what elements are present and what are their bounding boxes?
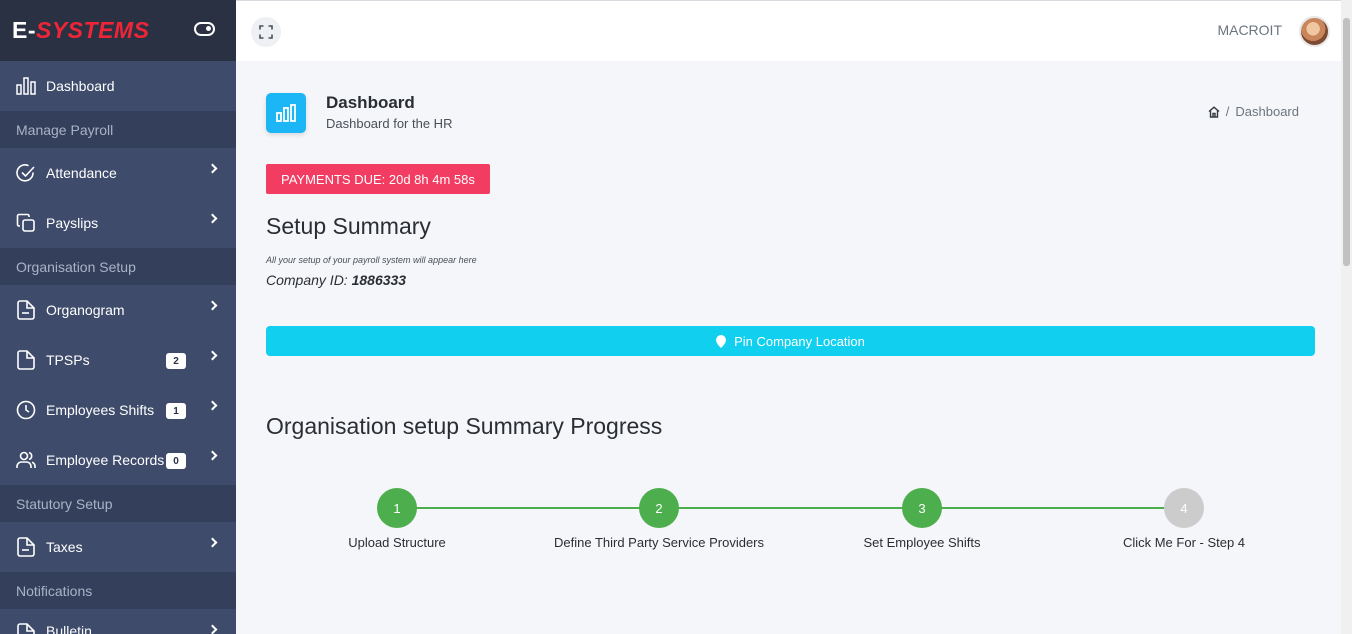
check-circle-icon <box>16 163 36 183</box>
count-badge: 0 <box>166 453 186 469</box>
sidebar-item-label: Dashboard <box>46 78 115 94</box>
file-icon <box>16 623 36 634</box>
fullscreen-icon <box>259 25 273 39</box>
page-scrollbar[interactable] <box>1341 0 1352 634</box>
page-subtitle: Dashboard for the HR <box>326 116 453 131</box>
bar-chart-icon <box>276 104 296 122</box>
count-badge: 2 <box>166 353 186 369</box>
sidebar-item-employee-records[interactable]: Employee Records 0 <box>0 435 236 485</box>
user-name[interactable]: MACROIT <box>1217 22 1282 38</box>
chevron-right-icon <box>207 400 218 411</box>
breadcrumb-current: Dashboard <box>1235 104 1299 119</box>
file-icon <box>16 537 36 557</box>
brand-name: SYSTEMS <box>36 17 150 43</box>
step-4-label[interactable]: Click Me For - Step 4 <box>1123 535 1245 550</box>
avatar[interactable] <box>1299 16 1330 47</box>
chevron-right-icon <box>207 450 218 461</box>
count-badge: 1 <box>166 403 186 419</box>
setup-summary-heading: Setup Summary <box>266 213 431 239</box>
company-id: Company ID: 1886333 <box>266 272 406 288</box>
step-3-circle[interactable]: 3 <box>902 488 942 528</box>
page-icon <box>266 93 306 133</box>
brand-header: E- SYSTEMS <box>0 0 236 61</box>
sidebar-item-label: Organogram <box>46 302 125 318</box>
company-id-value: 1886333 <box>351 272 407 288</box>
copy-icon <box>16 213 36 233</box>
breadcrumb: / Dashboard <box>1208 104 1299 119</box>
pin-company-location-button[interactable]: Pin Company Location <box>266 326 1315 356</box>
brand-prefix: E- <box>12 17 36 43</box>
chevron-right-icon <box>207 213 218 224</box>
fullscreen-button[interactable] <box>251 17 281 47</box>
sidebar-item-dashboard[interactable]: Dashboard <box>0 61 236 111</box>
bar-chart-icon <box>16 76 36 96</box>
step-4-circle[interactable]: 4 <box>1164 488 1204 528</box>
chevron-right-icon <box>207 624 218 634</box>
main-content: Dashboard Dashboard for the HR / Dashboa… <box>236 61 1341 634</box>
section-organisation-setup: Organisation Setup <box>0 248 236 285</box>
step-2-circle[interactable]: 2 <box>639 488 679 528</box>
sidebar-item-organogram[interactable]: Organogram <box>0 285 236 335</box>
sidebar: E- SYSTEMS Dashboard Manage Payroll Atten… <box>0 0 236 634</box>
file-icon <box>16 350 36 370</box>
sidebar-item-label: Payslips <box>46 215 99 231</box>
step-1-circle[interactable]: 1 <box>377 488 417 528</box>
sidebar-item-label: Employees Shifts <box>46 402 155 418</box>
map-pin-icon <box>716 334 727 348</box>
sidebar-item-employees-shifts[interactable]: Employees Shifts 1 <box>0 385 236 435</box>
page-title: Dashboard <box>326 93 415 112</box>
step-2-label[interactable]: Define Third Party Service Providers <box>554 535 764 550</box>
topbar: MACROIT <box>236 0 1341 61</box>
sidebar-item-label: Bulletin <box>46 623 92 634</box>
sidebar-item-attendance[interactable]: Attendance <box>0 148 236 198</box>
chevron-right-icon <box>207 163 218 174</box>
users-icon <box>16 450 36 470</box>
sidebar-item-bulletin[interactable]: Bulletin <box>0 609 236 634</box>
breadcrumb-separator: / <box>1225 104 1230 119</box>
sidebar-item-label: Employee Records <box>46 452 165 468</box>
home-icon[interactable] <box>1208 105 1220 118</box>
scrollbar-thumb[interactable] <box>1343 18 1350 266</box>
chevron-right-icon <box>207 350 218 361</box>
progress-heading: Organisation setup Summary Progress <box>266 413 663 439</box>
section-notifications: Notifications <box>0 572 236 609</box>
section-manage-payroll: Manage Payroll <box>0 111 236 148</box>
sidebar-item-payslips[interactable]: Payslips <box>0 198 236 248</box>
step-1-label[interactable]: Upload Structure <box>348 535 446 550</box>
pin-button-label: Pin Company Location <box>734 333 865 349</box>
sidebar-item-tpsps[interactable]: TPSPs 2 <box>0 335 236 385</box>
sidebar-item-label: Attendance <box>46 165 117 181</box>
company-id-label: Company ID: <box>266 272 348 288</box>
sidebar-toggle-icon[interactable] <box>194 22 215 36</box>
sidebar-item-label: Taxes <box>46 539 83 555</box>
chevron-right-icon <box>207 537 218 548</box>
step-3-label[interactable]: Set Employee Shifts <box>863 535 980 550</box>
progress-track <box>397 507 1184 509</box>
sidebar-item-taxes[interactable]: Taxes <box>0 522 236 572</box>
section-statutory-setup: Statutory Setup <box>0 485 236 522</box>
sidebar-item-label: TPSPs <box>46 352 90 368</box>
setup-summary-note: All your setup of your payroll system wi… <box>266 255 477 265</box>
progress-steps: 1 Upload Structure 2 Define Third Party … <box>236 487 1341 557</box>
file-icon <box>16 300 36 320</box>
chevron-right-icon <box>207 300 218 311</box>
clock-icon <box>16 400 36 420</box>
payments-due-badge: PAYMENTS DUE: 20d 8h 4m 58s <box>266 164 490 194</box>
